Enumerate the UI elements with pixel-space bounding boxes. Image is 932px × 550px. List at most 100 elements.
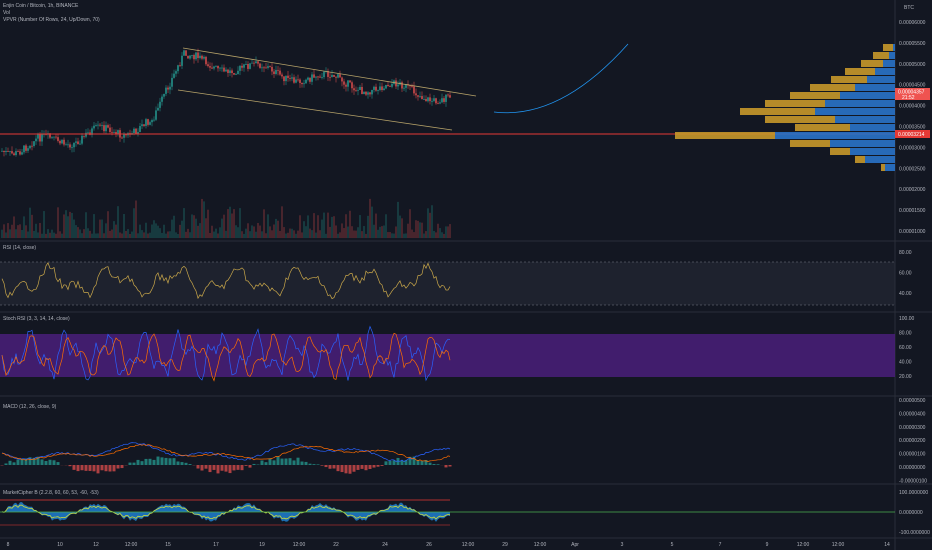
- volume-bar: [131, 231, 133, 238]
- volume-bar: [315, 232, 317, 238]
- volume-bar: [49, 232, 51, 238]
- volume-bar: [165, 233, 167, 238]
- volume-bar: [105, 223, 107, 238]
- candle-body: [331, 74, 333, 78]
- candle-body: [423, 99, 425, 100]
- volume-bar: [185, 231, 187, 238]
- macd-hist-bar: [212, 465, 216, 470]
- candle-body: [311, 74, 313, 82]
- volume-bar: [187, 228, 189, 238]
- volume-bar: [433, 230, 435, 238]
- volume-bar: [17, 225, 19, 238]
- candle-body: [145, 119, 147, 126]
- candle-body: [227, 69, 229, 73]
- channel-lines: [177, 47, 477, 131]
- candle-body: [183, 50, 185, 56]
- candle-body: [133, 128, 135, 134]
- vp-row-down: [845, 68, 875, 75]
- macd-hist-bar: [352, 465, 356, 472]
- candle-body: [151, 120, 153, 123]
- vp-row-up: [840, 92, 895, 99]
- volume-bar: [21, 229, 23, 238]
- volume-bar: [169, 231, 171, 238]
- macd-hist-bar: [48, 459, 52, 465]
- macd-hist-bar: [432, 464, 436, 465]
- candle-body: [63, 139, 65, 145]
- vp-row-down: [873, 52, 889, 59]
- candle-body: [17, 151, 19, 152]
- candle-body: [269, 66, 271, 67]
- candle-body: [445, 94, 447, 102]
- volume-bar: [133, 208, 135, 238]
- macd-hist-bar: [196, 465, 200, 469]
- volume-bar: [61, 233, 63, 238]
- candle-body: [319, 76, 321, 78]
- vp-row-down: [861, 60, 883, 67]
- volume-bar: [91, 233, 93, 238]
- candle-body: [213, 66, 215, 69]
- volume-bar: [381, 226, 383, 238]
- volume-bar: [123, 213, 125, 238]
- volume-bar: [417, 220, 419, 238]
- candle-body: [97, 124, 99, 126]
- currency-label: BTC: [904, 5, 914, 11]
- volume-bar: [317, 215, 319, 238]
- candle-body: [321, 77, 323, 78]
- time-axis-label: 12:00: [797, 542, 810, 548]
- candle-body: [77, 141, 79, 145]
- candle-body: [383, 88, 385, 91]
- volume-bar: [375, 213, 377, 238]
- macd-hist-bar: [204, 465, 208, 469]
- volume-bar: [355, 230, 357, 238]
- candle-body: [281, 74, 283, 77]
- candle-body: [339, 74, 341, 78]
- candle-body: [271, 66, 273, 72]
- volume-bar: [447, 226, 449, 238]
- volume-bar: [283, 227, 285, 238]
- candle-body: [305, 79, 307, 84]
- volume-bar: [211, 225, 213, 238]
- candle-body: [1, 150, 3, 152]
- vp-row-down: [740, 108, 815, 115]
- candle-body: [371, 89, 373, 95]
- candle-body: [397, 84, 399, 87]
- volume-bar: [159, 228, 161, 238]
- volume-bar: [13, 216, 15, 238]
- candle-body: [67, 144, 69, 146]
- candle-body: [349, 80, 351, 83]
- candle-body: [187, 55, 189, 59]
- macd-hist-bar: [320, 465, 324, 466]
- volume-bar: [303, 221, 305, 238]
- candle-body: [25, 145, 27, 151]
- volume-bar: [241, 231, 243, 238]
- candle-body: [287, 75, 289, 78]
- candle-body: [51, 137, 53, 139]
- candle-body: [207, 64, 209, 67]
- candle-body: [363, 91, 365, 95]
- volume-bar: [361, 231, 363, 238]
- stoch-axis-label: 60.00: [899, 345, 912, 351]
- macd-hist-bar: [168, 458, 172, 465]
- candle-body: [185, 50, 187, 56]
- price-axis[interactable]: 0.00006000 0.00005500 0.00005000 0.00004500…: [899, 20, 926, 235]
- macd-hist-bar: [116, 465, 120, 469]
- time-axis[interactable]: 8 10 12 12:00 15 17 19 12:00 22 24 26 12:00 29 12:00 A…: [7, 542, 890, 548]
- macd-hist-bar: [448, 465, 452, 467]
- time-axis-label: Apr: [571, 542, 579, 548]
- candle-body: [93, 125, 95, 129]
- volume-bar: [431, 205, 433, 238]
- volume-bar: [295, 233, 297, 238]
- macd-hist-bar: [208, 465, 212, 473]
- rsi-axis-label: 60.00: [899, 271, 912, 277]
- volume-bar: [151, 224, 153, 238]
- volume-bar: [373, 224, 375, 238]
- volume-bar: [423, 233, 425, 238]
- macd-hist-bar: [92, 465, 96, 472]
- volume-bar: [9, 229, 11, 238]
- macd-hist-bar: [156, 456, 160, 465]
- macd-hist-bar: [40, 459, 44, 465]
- macd-axis-label: 0.00000000: [899, 465, 926, 471]
- volume-bar: [439, 228, 441, 238]
- trading-chart[interactable]: Enjin Coin / Bitcoin, 1h, BINANCE Vol VP…: [0, 0, 932, 550]
- macd-axis-label: 0.00000400: [899, 411, 926, 417]
